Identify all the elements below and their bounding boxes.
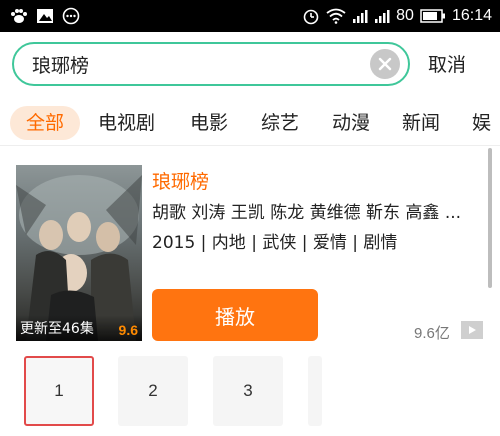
view-count: 9.6亿 (414, 325, 450, 342)
episode-3[interactable]: 3 (213, 356, 283, 426)
search-box[interactable] (12, 42, 410, 86)
alarm-icon (302, 7, 320, 25)
clear-icon[interactable] (370, 49, 400, 79)
image-icon (36, 8, 54, 24)
tab-all[interactable]: 全部 (10, 106, 81, 140)
search-input[interactable] (32, 44, 362, 84)
tab-news[interactable]: 新闻 (402, 106, 440, 140)
clock: 16:14 (451, 7, 492, 24)
poster-score: 9.6 (118, 322, 138, 338)
result-title[interactable]: 琅琊榜 (152, 167, 209, 194)
result-cast: 胡歌 刘涛 王凯 陈龙 黄维德 靳东 高鑫 ... (152, 203, 462, 223)
episode-1[interactable]: 1 (24, 356, 94, 426)
cancel-button[interactable]: 取消 (428, 50, 466, 77)
play-button[interactable]: 播放 (152, 289, 318, 341)
signal-icon (352, 8, 368, 24)
search-bar: 取消 (0, 32, 500, 100)
poster-image[interactable]: 更新至46集 9.6 (16, 165, 142, 341)
status-bar: 80 16:14 (0, 0, 500, 32)
tab-movie[interactable]: 电影 (190, 106, 228, 140)
result-meta: 2015 | 内地 | 武侠 | 爱情 | 剧情 (152, 233, 398, 253)
poster-footer: 更新至46集 9.6 (16, 315, 142, 341)
poster-update-label: 更新至46集 (20, 321, 94, 337)
tab-variety[interactable]: 综艺 (261, 106, 299, 140)
paw-icon (10, 8, 28, 24)
tab-entertainment[interactable]: 娱 (472, 106, 491, 140)
wifi-icon (326, 8, 346, 24)
scrollbar[interactable] (488, 148, 492, 288)
episode-partial[interactable] (308, 356, 322, 426)
episode-2[interactable]: 2 (118, 356, 188, 426)
message-icon (62, 7, 80, 25)
battery-level: 80 (396, 7, 414, 24)
status-right: 80 16:14 (302, 0, 492, 32)
category-tabs: 全部 电视剧 电影 综艺 动漫 新闻 娱 (0, 100, 500, 146)
tab-tv[interactable]: 电视剧 (98, 106, 155, 140)
status-left (10, 0, 80, 32)
signal-icon-2 (374, 8, 390, 24)
tab-anime[interactable]: 动漫 (332, 106, 370, 140)
more-arrow-icon[interactable] (461, 321, 483, 339)
battery-icon (420, 9, 446, 23)
